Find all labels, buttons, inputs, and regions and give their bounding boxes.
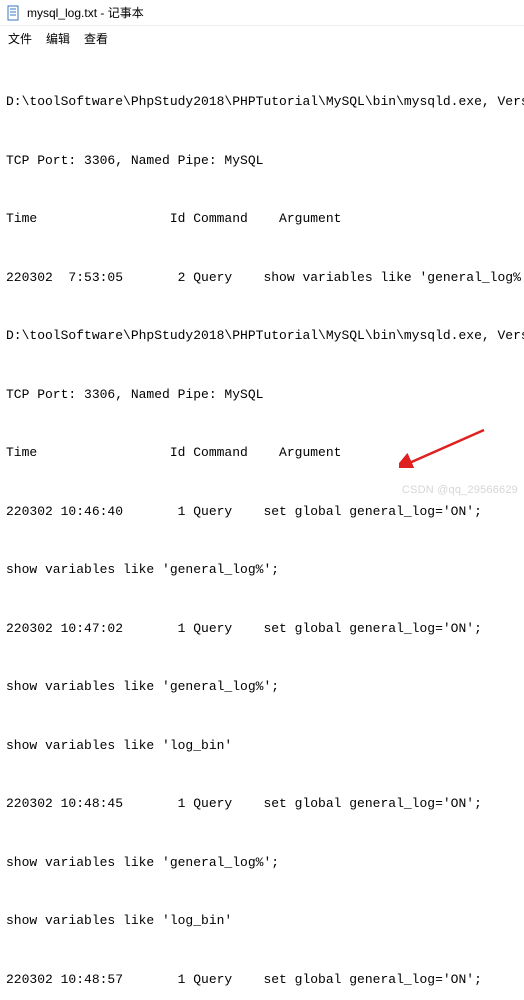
log-line: 220302 10:48:45 1 Query set global gener…: [6, 794, 518, 814]
log-line: show variables like 'log_bin': [6, 736, 518, 756]
text-content[interactable]: D:\toolSoftware\PhpStudy2018\PHPTutorial…: [0, 53, 524, 1000]
window-titlebar: mysql_log.txt - 记事本: [0, 0, 524, 26]
log-line: Time Id Command Argument: [6, 443, 518, 463]
log-line: Time Id Command Argument: [6, 209, 518, 229]
log-line: show variables like 'general_log%';: [6, 560, 518, 580]
menu-file[interactable]: 文件: [8, 30, 32, 47]
log-line: 220302 10:46:40 1 Query set global gener…: [6, 502, 518, 522]
log-line: 220302 10:48:57 1 Query set global gener…: [6, 970, 518, 990]
watermark: CSDN @qq_29566629: [402, 484, 518, 496]
log-line: show variables like 'log_bin': [6, 911, 518, 931]
log-line: D:\toolSoftware\PhpStudy2018\PHPTutorial…: [6, 92, 518, 112]
log-line: 220302 10:47:02 1 Query set global gener…: [6, 619, 518, 639]
window-title: mysql_log.txt - 记事本: [27, 4, 144, 21]
log-line: 220302 7:53:05 2 Query show variables li…: [6, 268, 518, 288]
log-line: show variables like 'general_log%';: [6, 853, 518, 873]
log-line: TCP Port: 3306, Named Pipe: MySQL: [6, 385, 518, 405]
log-line: TCP Port: 3306, Named Pipe: MySQL: [6, 151, 518, 171]
log-line: D:\toolSoftware\PhpStudy2018\PHPTutorial…: [6, 326, 518, 346]
log-line: show variables like 'general_log%';: [6, 677, 518, 697]
menu-view[interactable]: 查看: [84, 30, 108, 47]
notepad-icon: [6, 5, 22, 21]
menubar: 文件 编辑 查看: [0, 26, 524, 53]
menu-edit[interactable]: 编辑: [46, 30, 70, 47]
